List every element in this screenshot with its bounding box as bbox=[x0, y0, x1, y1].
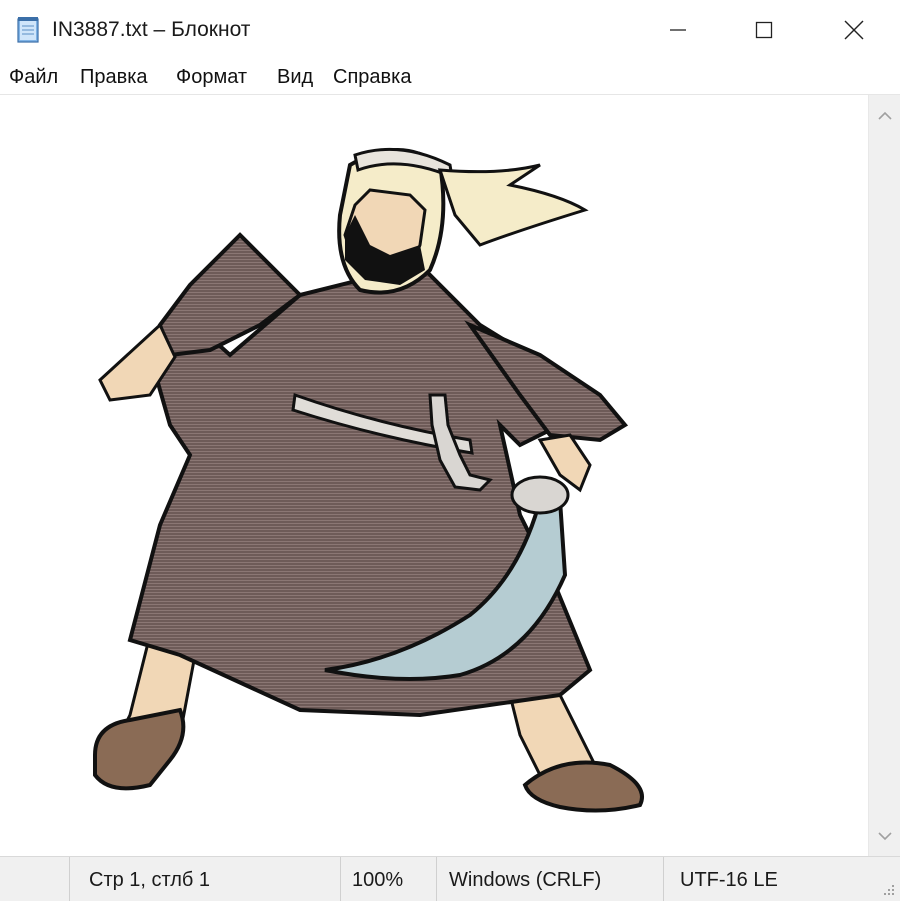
resize-grip-icon[interactable] bbox=[880, 881, 896, 897]
menu-help[interactable]: Справка bbox=[333, 64, 411, 91]
zoom-level: 100% bbox=[352, 869, 404, 891]
chevron-up-icon bbox=[878, 111, 892, 120]
chevron-down-icon bbox=[878, 832, 892, 841]
notepad-icon bbox=[17, 17, 39, 43]
line-endings: Windows (CRLF) bbox=[449, 869, 602, 891]
menu-bar: Файл Правка Формат Вид Справка bbox=[0, 60, 900, 95]
encoding: UTF-16 LE bbox=[680, 869, 778, 891]
title-bar: IN3887.txt – Блокнот bbox=[0, 0, 900, 60]
status-divider bbox=[69, 857, 70, 901]
status-divider bbox=[340, 857, 341, 901]
menu-view[interactable]: Вид bbox=[277, 64, 313, 91]
window-title: IN3887.txt – Блокнот bbox=[52, 18, 251, 41]
status-bar: Стр 1, стлб 1 100% Windows (CRLF) UTF-16… bbox=[0, 856, 900, 901]
status-divider bbox=[436, 857, 437, 901]
close-button[interactable] bbox=[808, 0, 900, 60]
minimize-icon bbox=[670, 29, 686, 31]
close-icon bbox=[844, 20, 864, 40]
maximize-button[interactable] bbox=[718, 0, 810, 60]
menu-file[interactable]: Файл bbox=[9, 64, 58, 91]
maximize-icon bbox=[755, 21, 773, 39]
ascii-art-warrior-icon bbox=[93, 147, 644, 813]
menu-format[interactable]: Формат bbox=[176, 64, 247, 91]
cursor-position: Стр 1, стлб 1 bbox=[89, 869, 211, 891]
scroll-down-button[interactable] bbox=[869, 821, 900, 853]
status-divider bbox=[663, 857, 664, 901]
menu-edit[interactable]: Правка bbox=[80, 64, 148, 91]
scroll-up-button[interactable] bbox=[869, 99, 900, 131]
vertical-scrollbar[interactable] bbox=[868, 95, 900, 856]
text-editor-area[interactable] bbox=[0, 95, 868, 856]
minimize-button[interactable] bbox=[632, 0, 724, 60]
